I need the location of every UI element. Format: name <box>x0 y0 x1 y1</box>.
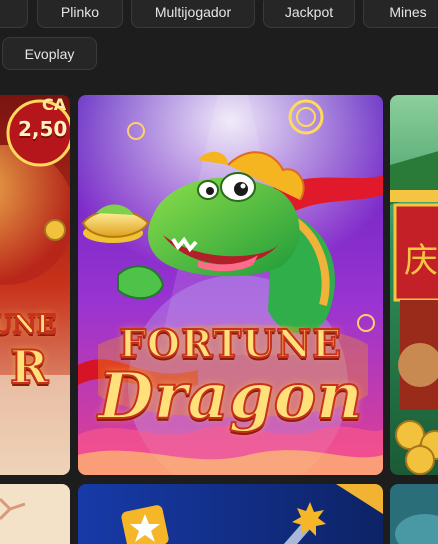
game-title: Dragon <box>97 358 364 435</box>
game-title: UNE <box>0 309 57 341</box>
filter-chip-label: Evoplay <box>24 45 75 62</box>
filter-chip-label: Jackpot <box>284 3 334 20</box>
badge-label: CA <box>42 95 67 114</box>
filter-chip-jackpot[interactable]: Jackpot <box>263 0 355 28</box>
game-card-art <box>78 484 383 544</box>
game-card-bottom-right[interactable] <box>390 484 438 544</box>
game-card-fortune-dragon[interactable]: FORTUNE Dragon <box>78 95 383 475</box>
game-card-art <box>0 484 70 544</box>
game-card-right[interactable]: 庆 <box>390 95 438 475</box>
game-card-left[interactable]: CA 2,50 UNE R <box>0 95 70 475</box>
game-card-bottom-middle[interactable] <box>78 484 383 544</box>
game-lobby: Plinko Multijogador Jackpot Mines Evopla… <box>0 0 438 544</box>
filter-chip-label: Plinko <box>60 3 100 20</box>
game-card-art <box>390 484 438 544</box>
filter-chip-label: Multijogador <box>154 3 232 20</box>
sign-character: 庆 <box>404 241 438 281</box>
game-title: R <box>9 339 49 395</box>
filter-chip-label: Mines <box>389 3 427 20</box>
filter-chip-partial[interactable] <box>0 0 28 28</box>
game-card-art <box>390 95 438 475</box>
filter-chip-evoplay[interactable]: Evoplay <box>2 37 97 70</box>
badge-amount: 2,50 <box>18 117 68 141</box>
game-card-art <box>0 95 70 475</box>
filter-chip-multijogador[interactable]: Multijogador <box>131 0 255 28</box>
filter-chip-plinko[interactable]: Plinko <box>37 0 123 28</box>
filter-chip-mines[interactable]: Mines <box>363 0 438 28</box>
game-card-bottom-left[interactable] <box>0 484 70 544</box>
